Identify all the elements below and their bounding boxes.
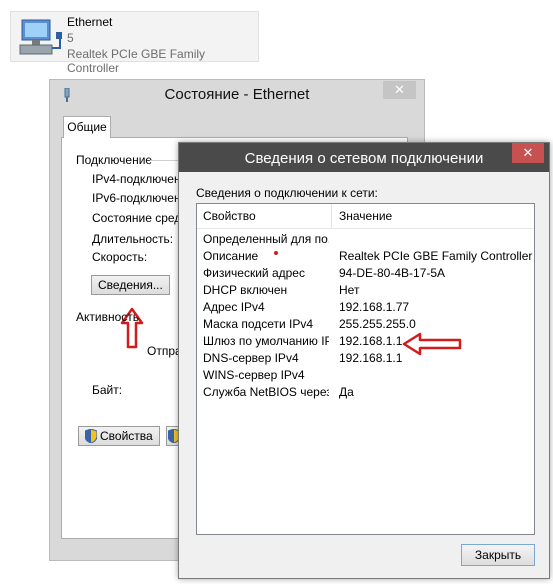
- table-row[interactable]: Описание Realtek PCIe GBE Family Controll…: [197, 248, 534, 265]
- row-value: 192.168.1.1: [339, 334, 403, 348]
- column-separator[interactable]: [331, 204, 332, 228]
- column-header-value[interactable]: Значение: [339, 209, 392, 223]
- details-button[interactable]: Сведения...: [91, 275, 170, 295]
- details-caption: Сведения о подключении к сети:: [196, 186, 378, 200]
- row-value: Да: [339, 385, 354, 399]
- table-row[interactable]: DHCP включен Нет: [197, 282, 534, 299]
- row-value: Realtek PCIe GBE Family Controller: [339, 249, 533, 263]
- close-icon: ✕: [394, 82, 405, 97]
- activity-label: Активность: [76, 310, 140, 324]
- table-row[interactable]: Служба NetBIOS через... Да: [197, 384, 534, 401]
- row-value: 255.255.255.0: [339, 317, 416, 331]
- field-ipv6: IPv6-подключен: [92, 191, 181, 205]
- shield-icon: [85, 429, 97, 443]
- row-value: 192.168.1.1: [339, 351, 403, 365]
- details-titlebar: Сведения о сетевом подключении ✕: [179, 143, 549, 172]
- field-speed: Скорость:: [92, 250, 148, 264]
- row-property: DNS-сервер IPv4: [203, 351, 299, 365]
- table-row[interactable]: Физический адрес 94-DE-80-4B-17-5A: [197, 265, 534, 282]
- field-duration: Длительность:: [92, 232, 174, 246]
- row-value: Нет: [339, 283, 360, 297]
- column-header-property[interactable]: Свойство: [203, 209, 256, 223]
- field-media-state: Состояние среды: [92, 211, 190, 225]
- row-property: Маска подсети IPv4: [203, 317, 314, 331]
- details-dialog: Сведения о сетевом подключении ✕ Сведени…: [178, 142, 550, 579]
- left-arrow-annotation-icon: [402, 332, 462, 356]
- field-ipv4: IPv4-подключен: [92, 172, 181, 186]
- details-table[interactable]: Свойство Значение Определенный для по...…: [196, 203, 535, 535]
- connection-label: Подключение: [76, 153, 153, 167]
- row-property: Служба NetBIOS через...: [203, 385, 329, 399]
- close-icon: ✕: [522, 145, 534, 160]
- adapter-name: Ethernet: [67, 15, 113, 29]
- details-title: Сведения о сетевом подключении: [244, 150, 484, 167]
- row-property: Физический адрес: [203, 266, 305, 280]
- divider: [150, 160, 180, 161]
- bytes-label: Байт:: [92, 383, 123, 397]
- status-window-title: Состояние - Ethernet: [164, 86, 310, 103]
- row-property: Шлюз по умолчанию IP...: [203, 334, 329, 348]
- properties-button[interactable]: Свойства: [78, 426, 160, 446]
- row-property: Описание: [203, 249, 259, 263]
- table-row[interactable]: Определенный для по...: [197, 231, 534, 248]
- row-property: Адрес IPv4: [203, 300, 265, 314]
- network-adapter-icon: [19, 19, 62, 55]
- properties-button-label: Свойства: [100, 429, 153, 443]
- close-button[interactable]: Закрыть: [461, 544, 535, 566]
- adapter-network: 5: [67, 31, 74, 45]
- status-close-button[interactable]: ✕: [383, 81, 416, 99]
- table-row[interactable]: DNS-сервер IPv4 192.168.1.1: [197, 350, 534, 367]
- row-value: 94-DE-80-4B-17-5A: [339, 266, 446, 280]
- table-row[interactable]: Маска подсети IPv4 255.255.255.0: [197, 316, 534, 333]
- sent-label: Отпра: [147, 344, 182, 358]
- table-row[interactable]: WINS-сервер IPv4: [197, 367, 534, 384]
- table-row[interactable]: Шлюз по умолчанию IP... 192.168.1.1: [197, 333, 534, 350]
- table-row[interactable]: Адрес IPv4 192.168.1.77: [197, 299, 534, 316]
- row-property: DHCP включен: [203, 283, 288, 297]
- tab-general[interactable]: Общие: [63, 116, 111, 138]
- annotation-dot: [274, 251, 278, 255]
- details-close-x-button[interactable]: ✕: [512, 143, 544, 163]
- row-property: WINS-сервер IPv4: [203, 368, 305, 382]
- table-header: Свойство Значение: [197, 204, 534, 229]
- row-value: 192.168.1.77: [339, 300, 410, 314]
- adapter-device: Realtek PCIe GBE Family Controller: [67, 47, 206, 75]
- adapter-tile[interactable]: Ethernet 5 Realtek PCIe GBE Family Contr…: [10, 11, 259, 75]
- row-property: Определенный для по...: [203, 232, 329, 246]
